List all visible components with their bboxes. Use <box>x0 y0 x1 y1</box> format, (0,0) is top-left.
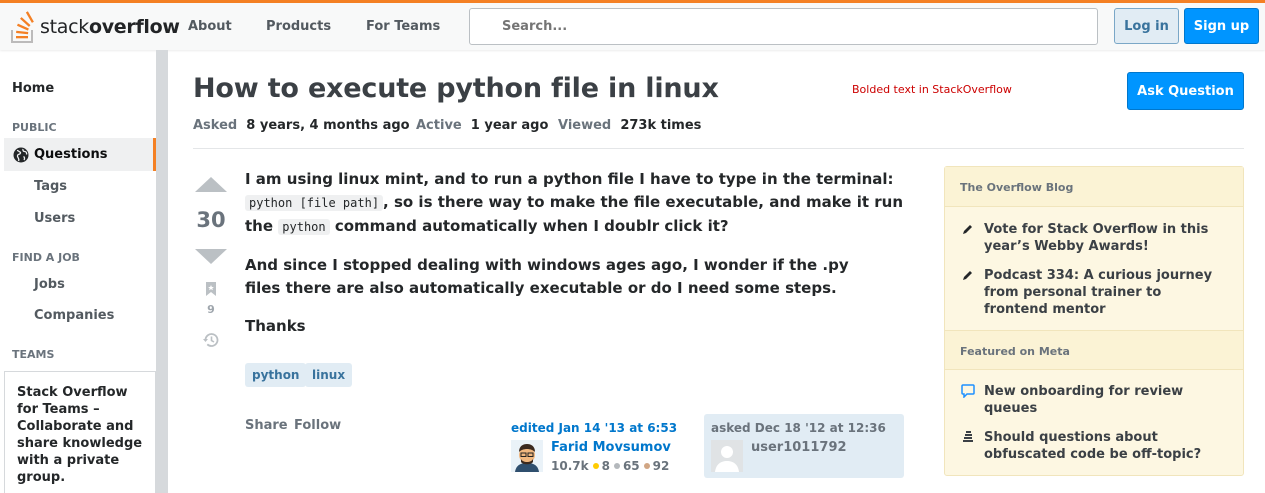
question-body-paragraph-1: I am using linux mint, and to run a pyth… <box>245 170 903 235</box>
sidebar-item-users[interactable]: Users <box>34 211 75 226</box>
history-icon[interactable] <box>202 331 220 349</box>
overflow-blog-widget: The Overflow Blog Vote for Stack Overflo… <box>944 166 1244 476</box>
bronze-badge-icon <box>643 463 650 469</box>
active-meta: Active 1 year ago <box>416 118 549 133</box>
blog-heading: The Overflow Blog <box>945 167 1243 207</box>
editor-reputation: 10.7k 8 65 92 <box>551 459 670 473</box>
meta-heading: Featured on Meta <box>945 330 1243 370</box>
bookmark-icon[interactable] <box>205 281 217 297</box>
sidebar-heading-public: PUBLIC <box>12 121 57 134</box>
stack-exchange-icon <box>963 431 973 442</box>
tag-python[interactable]: python <box>245 363 307 387</box>
asked-timestamp: asked Dec 18 '12 at 12:36 <box>711 421 886 435</box>
top-bar: stackoverflow About Products For Teams L… <box>0 0 1265 50</box>
nav-about[interactable]: About <box>188 3 232 50</box>
sidebar-heading-teams: TEAMS <box>12 348 55 361</box>
editor-avatar[interactable] <box>511 440 543 472</box>
sidebar-heading-find-a-job: FIND A JOB <box>12 251 80 264</box>
sidebar-item-questions-label: Questions <box>34 147 108 162</box>
teams-promo-title: Stack Overflow for Teams <box>17 385 128 417</box>
globe-icon <box>13 147 29 163</box>
viewed-meta: Viewed 273k times <box>558 118 702 133</box>
question-body-paragraph-2: And since I stopped dealing with windows… <box>245 256 849 297</box>
nav-for-teams[interactable]: For Teams <box>366 3 440 50</box>
annotation-note: Bolded text in StackOverflow <box>852 83 1012 96</box>
blog-item[interactable]: Vote for Stack Overflow in this year’s W… <box>984 221 1229 255</box>
meta-item[interactable]: New onboarding for review queues <box>984 383 1229 417</box>
share-link[interactable]: Share <box>245 418 288 433</box>
editor-name-link[interactable]: Farid Movsumov <box>551 440 671 455</box>
pencil-icon <box>963 271 972 280</box>
question-title[interactable]: How to execute python file in linux <box>193 73 719 104</box>
sidebar-divider <box>156 50 168 493</box>
silver-badge-icon <box>613 463 620 469</box>
sidebar-item-home[interactable]: Home <box>12 81 54 96</box>
sidebar-item-tags[interactable]: Tags <box>34 179 67 194</box>
tag-linux[interactable]: linux <box>305 363 353 387</box>
chat-bubble-icon <box>961 384 975 398</box>
sidebar-item-jobs[interactable]: Jobs <box>34 277 65 292</box>
header-divider <box>193 148 1244 149</box>
signup-button[interactable]: Sign up <box>1184 8 1259 44</box>
downvote-button[interactable] <box>195 249 227 264</box>
sidebar-item-companies[interactable]: Companies <box>34 308 114 323</box>
gold-badge-icon <box>592 463 599 469</box>
nav-products[interactable]: Products <box>266 3 331 50</box>
question-body-paragraph-3: Thanks <box>245 317 306 335</box>
bookmark-count: 9 <box>207 303 215 316</box>
inline-code: python <box>278 219 330 235</box>
stackoverflow-logo[interactable]: stackoverflow <box>11 9 180 45</box>
meta-item[interactable]: Should questions about obfuscated code b… <box>984 429 1229 463</box>
edited-link[interactable]: edited Jan 14 '13 at 6:53 <box>511 421 677 435</box>
vote-count: 30 <box>196 208 226 232</box>
follow-link[interactable]: Follow <box>294 418 341 433</box>
asker-name[interactable]: user1011792 <box>751 440 847 455</box>
stack-icon <box>11 11 34 43</box>
asker-avatar[interactable] <box>711 440 743 472</box>
login-button[interactable]: Log in <box>1114 8 1179 44</box>
ask-question-button[interactable]: Ask Question <box>1127 72 1244 110</box>
asked-meta: Asked 8 years, 4 months ago <box>193 118 410 133</box>
upvote-button[interactable] <box>195 177 227 192</box>
logo-text: stackoverflow <box>40 16 180 38</box>
teams-promo[interactable]: Stack Overflow for Teams – Collaborate a… <box>4 371 156 493</box>
search-input[interactable] <box>469 8 1098 45</box>
blog-item[interactable]: Podcast 334: A curious journey from pers… <box>984 267 1229 318</box>
pencil-icon <box>963 225 972 234</box>
inline-code: python [file path] <box>245 195 384 211</box>
